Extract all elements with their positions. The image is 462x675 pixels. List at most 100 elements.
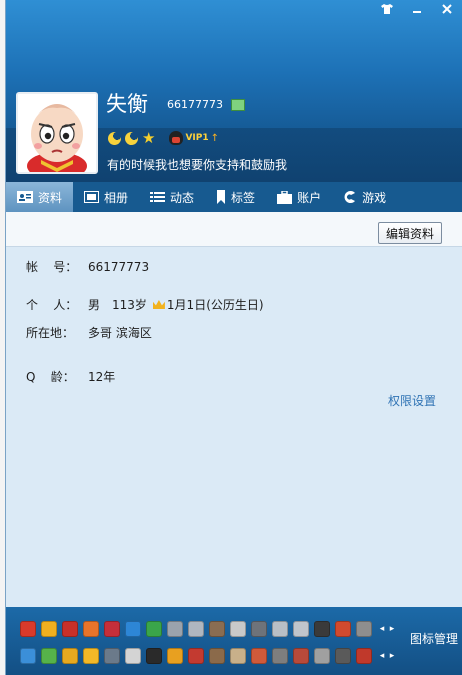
- service-icon[interactable]: [335, 620, 351, 637]
- vip-badge[interactable]: VIP1 ↑: [169, 131, 219, 145]
- service-icon[interactable]: [62, 647, 78, 664]
- edit-profile-button[interactable]: 编辑资料: [378, 222, 442, 244]
- tab-label: 动态: [170, 190, 195, 205]
- arrow-up-icon: ↑: [210, 132, 220, 144]
- service-icon[interactable]: [272, 647, 288, 664]
- age-value: 113岁: [112, 298, 147, 312]
- service-icon[interactable]: [41, 620, 57, 637]
- service-icon[interactable]: [146, 647, 162, 664]
- permission-settings-link[interactable]: 权限设置: [388, 392, 436, 409]
- location-value: 多哥 滨海区: [88, 326, 152, 340]
- service-icon[interactable]: [167, 620, 183, 637]
- tab-games[interactable]: 游戏: [332, 182, 397, 212]
- icon-tray: ◂ ▸ ◂ ▸ 图标管理: [6, 607, 462, 675]
- service-icon[interactable]: [125, 647, 141, 664]
- service-icon-grid: ◂ ▸ ◂ ▸: [20, 615, 460, 669]
- minimize-icon[interactable]: [402, 0, 432, 18]
- photo-icon: [84, 191, 100, 203]
- close-icon[interactable]: [432, 0, 462, 18]
- tab-label: 相册: [104, 190, 129, 205]
- icon-row: ◂ ▸: [20, 615, 460, 642]
- gender-value: 男: [88, 298, 101, 312]
- service-icon[interactable]: [83, 647, 99, 664]
- game-icon: [344, 191, 356, 203]
- service-icon[interactable]: [335, 647, 351, 664]
- service-icon[interactable]: [230, 647, 246, 664]
- tab-profile[interactable]: 资料: [6, 182, 74, 212]
- moon-icon: [125, 131, 138, 145]
- qq-number-icon[interactable]: [231, 99, 245, 111]
- service-icon[interactable]: [356, 620, 372, 637]
- qq-number: 66177773: [167, 98, 223, 111]
- service-icon[interactable]: [20, 647, 36, 664]
- qage-label: Q 龄：: [26, 370, 75, 384]
- service-icon[interactable]: [293, 620, 309, 637]
- edit-bar: 编辑资料: [6, 212, 462, 247]
- qage-value: 12年: [88, 370, 116, 384]
- birthday-value: 1月1日(公历生日): [166, 298, 264, 312]
- tab-bar: 资料 相册 动态 标签 账户 游戏: [6, 182, 462, 212]
- service-icon[interactable]: [188, 647, 204, 664]
- service-icon[interactable]: [251, 620, 267, 637]
- vip-label: VIP1: [185, 133, 209, 143]
- service-icon[interactable]: [20, 620, 36, 637]
- account-value: 66177773: [88, 259, 150, 274]
- tab-tags[interactable]: 标签: [205, 182, 266, 212]
- service-icon[interactable]: [104, 647, 120, 664]
- icon-row: ◂ ▸: [20, 642, 460, 669]
- avatar[interactable]: [16, 92, 98, 174]
- personal-label: 个 人：: [26, 298, 78, 312]
- service-icon[interactable]: [314, 620, 330, 637]
- scroll-right-icon[interactable]: ▸: [387, 624, 397, 634]
- service-icon[interactable]: [62, 620, 78, 637]
- service-icon[interactable]: [41, 647, 57, 664]
- level-badges[interactable]: ★ VIP1 ↑: [108, 128, 219, 147]
- qage-row: Q 龄： 12年: [26, 368, 115, 385]
- service-icon[interactable]: [251, 647, 267, 664]
- service-icon[interactable]: [167, 647, 183, 664]
- id-card-icon: [17, 191, 33, 203]
- shirt-icon[interactable]: [372, 0, 402, 18]
- signature[interactable]: 有的时候我也想要你支持和鼓励我: [107, 156, 287, 173]
- service-icon[interactable]: [146, 620, 162, 637]
- profile-header: 失衡 66177773 ★ VIP1 ↑ 有的时候我也想要你支持和鼓励我: [6, 0, 462, 182]
- service-icon[interactable]: [104, 620, 120, 637]
- tab-label: 资料: [38, 190, 63, 205]
- service-icon[interactable]: [230, 620, 246, 637]
- tab-feed[interactable]: 动态: [139, 182, 205, 212]
- service-icon[interactable]: [293, 647, 309, 664]
- window-controls: [372, 0, 462, 18]
- scroll-right-icon[interactable]: ▸: [387, 651, 397, 661]
- star-icon: ★: [142, 128, 156, 147]
- personal-row: 个 人： 男 113岁 1月1日(公历生日): [26, 296, 264, 313]
- moon-icon: [108, 131, 121, 145]
- service-icon[interactable]: [188, 620, 204, 637]
- tab-account[interactable]: 账户: [266, 182, 332, 212]
- location-row: 所在地： 多哥 滨海区: [26, 324, 152, 341]
- account-label: 帐 号：: [26, 260, 78, 274]
- service-icon[interactable]: [209, 620, 225, 637]
- tab-label: 游戏: [362, 190, 387, 205]
- tab-label: 账户: [297, 190, 322, 205]
- crown-icon: [152, 300, 165, 309]
- bookmark-icon: [217, 190, 226, 204]
- service-icon[interactable]: [83, 620, 99, 637]
- feed-icon: [150, 192, 166, 202]
- scroll-left-icon[interactable]: ◂: [377, 651, 387, 661]
- tab-album[interactable]: 相册: [73, 182, 139, 212]
- scroll-left-icon[interactable]: ◂: [377, 624, 387, 634]
- profile-name: 失衡: [106, 92, 148, 116]
- penguin-icon: [169, 131, 184, 145]
- tab-label: 标签: [231, 190, 256, 205]
- icon-manage-button[interactable]: 图标管理: [410, 630, 458, 647]
- service-icon[interactable]: [125, 620, 141, 637]
- briefcase-icon: [277, 190, 293, 204]
- profile-window: 失衡 66177773 ★ VIP1 ↑ 有的时候我也想要你支持和鼓励我 资料 …: [6, 0, 462, 675]
- account-row: 帐 号： 66177773: [26, 258, 149, 275]
- service-icon[interactable]: [314, 647, 330, 664]
- location-label: 所在地：: [26, 326, 75, 340]
- service-icon[interactable]: [356, 647, 372, 664]
- service-icon[interactable]: [272, 620, 288, 637]
- service-icon[interactable]: [209, 647, 225, 664]
- profile-content: 编辑资料 帐 号： 66177773 个 人： 男 113岁 1月1日(公历生日…: [6, 212, 462, 607]
